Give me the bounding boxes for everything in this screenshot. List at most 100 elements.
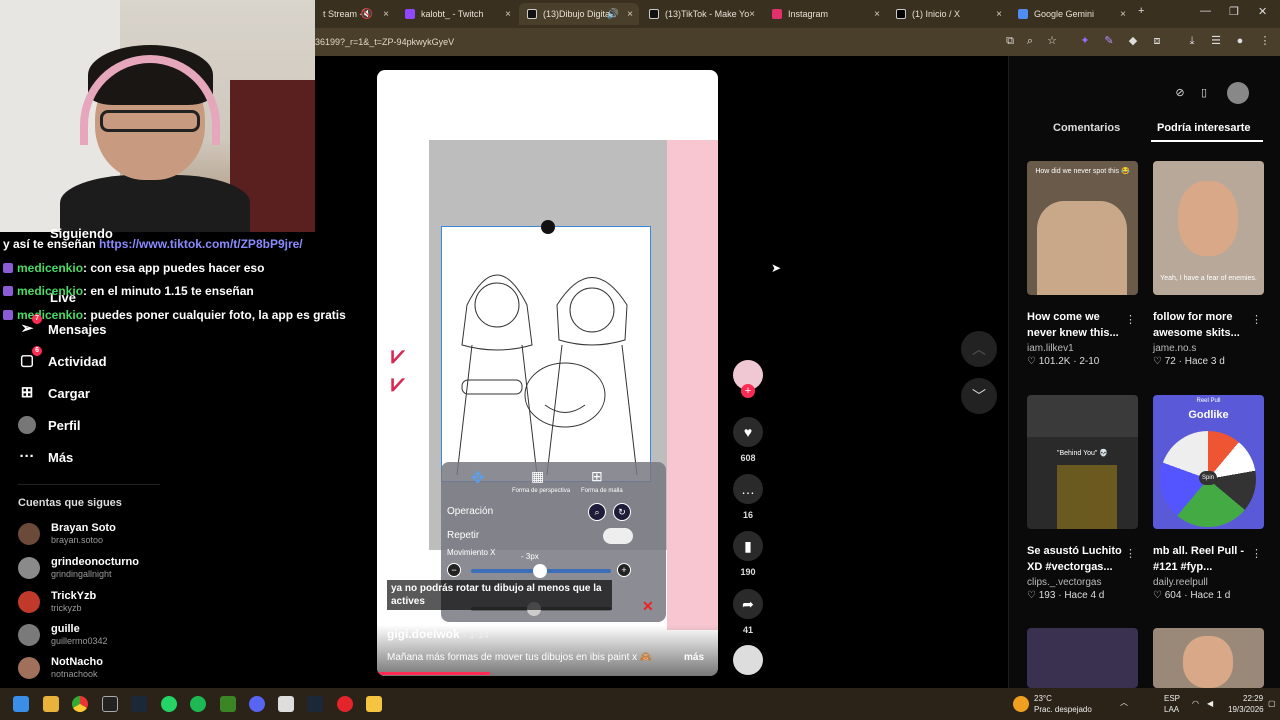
windows-start-icon[interactable]	[13, 696, 29, 712]
recommended-video-card[interactable]: Reel Pull Godlike Spin mb all. Reel Pull…	[1153, 395, 1264, 601]
share-icon[interactable]: ➦	[733, 589, 763, 619]
browser-menu-icon[interactable]: ⋮	[1259, 35, 1271, 47]
tab-instagram[interactable]: Instagram ×	[764, 3, 886, 25]
reading-list-icon[interactable]: ☰	[1210, 35, 1222, 47]
mesh-icon[interactable]: ⊞	[591, 468, 603, 485]
recommended-video-card[interactable]: Yeah, I have a fear of enemies. follow f…	[1153, 161, 1264, 367]
clock-date[interactable]: 19/3/2026	[1228, 705, 1264, 715]
tab-stream[interactable]: t Stream - V 🔇 ×	[315, 3, 395, 25]
tab-tiktok[interactable]: (13)TikTok - Make Yo ×	[641, 3, 761, 25]
whatsapp-icon[interactable]	[161, 696, 177, 712]
chat-username[interactable]: medicenkio	[17, 284, 83, 298]
close-icon[interactable]: ×	[505, 9, 511, 20]
epic-games-icon[interactable]	[102, 696, 118, 712]
plus-icon[interactable]: +	[617, 563, 631, 577]
perspective-icon[interactable]: ▦	[531, 468, 544, 485]
tab-dibujo-digital[interactable]: (13)Dibujo Digita 🔊 ×	[519, 3, 639, 25]
video-progress-bar[interactable]	[377, 672, 490, 675]
tab-podria-interesarte[interactable]: Podría interesarte	[1157, 122, 1251, 134]
author-name[interactable]: gigi.doelwok	[387, 627, 460, 641]
bookmark-icon[interactable]: ▮	[733, 531, 763, 561]
chat-username[interactable]: medicenkio	[17, 261, 83, 275]
chat-link[interactable]: https://www.tiktok.com/t/ZP8bP9jre/	[99, 237, 303, 251]
new-tab-button[interactable]: +	[1138, 5, 1144, 17]
clock-time[interactable]: 22:29	[1243, 694, 1263, 704]
card-author[interactable]: daily.reelpull	[1153, 577, 1264, 588]
share-action[interactable]: ➦ 41	[733, 589, 763, 635]
zoom-tool-icon[interactable]: ⌕	[588, 503, 606, 521]
following-account[interactable]: guille guillermo0342	[18, 623, 108, 647]
move-mode-icon[interactable]: ✥	[471, 468, 484, 488]
extensions-puzzle-icon[interactable]: ⧈	[1151, 35, 1163, 47]
tab-comentarios[interactable]: Comentarios	[1053, 122, 1120, 134]
reset-icon[interactable]: ↻	[613, 503, 631, 521]
more-options-icon[interactable]: ⋮	[1125, 313, 1136, 326]
extension-icon[interactable]: ✦	[1079, 35, 1091, 47]
close-icon[interactable]: ×	[627, 9, 633, 20]
chevron-up-icon[interactable]: ︿	[1120, 698, 1128, 708]
card-author[interactable]: jame.no.s	[1153, 343, 1264, 354]
chrome-icon[interactable]	[72, 696, 88, 712]
video-thumbnail[interactable]: Reel Pull Godlike Spin	[1153, 395, 1264, 529]
extension-diamond-icon[interactable]: ◆	[1127, 35, 1139, 47]
zoom-icon[interactable]: ⌕	[1024, 35, 1036, 47]
more-options-icon[interactable]: ⋮	[1125, 547, 1136, 560]
cast-icon[interactable]: ⧉	[1004, 35, 1016, 47]
window-close-icon[interactable]: ✕	[1258, 5, 1267, 18]
slider-knob[interactable]	[533, 564, 547, 578]
spotify-icon[interactable]	[190, 696, 206, 712]
comment-icon[interactable]: …	[733, 474, 763, 504]
minimize-icon[interactable]: —	[1200, 5, 1211, 17]
opera-icon[interactable]	[337, 696, 353, 712]
close-icon[interactable]: ×	[1120, 9, 1126, 20]
keyboard-layout[interactable]: LAA	[1164, 705, 1179, 715]
repeat-toggle[interactable]	[603, 528, 633, 544]
tab-twitch[interactable]: kalobt_ - Twitch ×	[397, 3, 517, 25]
notifications-icon[interactable]: ▢	[1268, 699, 1276, 709]
sidebar-item-actividad[interactable]: ▢ 6 Actividad	[18, 346, 107, 370]
language-indicator[interactable]: ESP	[1164, 694, 1180, 704]
compass-icon[interactable]: ⊘	[1169, 82, 1191, 104]
video-thumbnail[interactable]	[1027, 628, 1138, 688]
following-account[interactable]: grindeonocturno grindingallnight	[18, 556, 139, 580]
mute-icon[interactable]: 🔇	[361, 9, 373, 20]
app-icon[interactable]	[278, 696, 294, 712]
minecraft-icon[interactable]	[220, 696, 236, 712]
follow-plus-icon[interactable]: +	[741, 384, 755, 398]
phone-icon[interactable]: ▯	[1193, 82, 1215, 104]
close-icon[interactable]: ✕	[642, 598, 654, 615]
discord-icon[interactable]	[249, 696, 265, 712]
recommended-video-card[interactable]	[1027, 628, 1138, 688]
close-icon[interactable]: ×	[996, 9, 1002, 20]
extension-pen-icon[interactable]: ✎	[1103, 35, 1115, 47]
music-disc-icon[interactable]	[733, 645, 763, 675]
sound-action[interactable]	[733, 645, 763, 675]
minus-icon[interactable]: −	[447, 563, 461, 577]
recommended-video-card[interactable]: "Behind You" 💀 Se asustó Luchito XD #vec…	[1027, 395, 1138, 601]
video-player[interactable]: ⩗ ⩗ ✥ ▦ ⊞ Forma de perspectiva Forma de m…	[377, 70, 718, 676]
url-text[interactable]: 36199?_r=1&_t=ZP-94pkwykGyeV	[315, 37, 454, 47]
file-explorer-icon[interactable]	[43, 696, 59, 712]
weather-icon[interactable]	[1013, 696, 1029, 712]
sidebar-item-perfil[interactable]: Perfil	[18, 416, 81, 434]
more-link[interactable]: más	[684, 652, 704, 663]
app-icon-2[interactable]	[366, 696, 382, 712]
video-thumbnail[interactable]: "Behind You" 💀	[1027, 395, 1138, 529]
following-account[interactable]: TrickYzb trickyzb	[18, 590, 96, 614]
video-author[interactable]: gigi.doelwok · 1-14	[387, 627, 489, 641]
comment-action[interactable]: … 16	[733, 474, 763, 520]
tab-gemini[interactable]: Google Gemini ×	[1010, 3, 1132, 25]
close-icon[interactable]: ×	[749, 9, 755, 20]
save-action[interactable]: ▮ 190	[733, 531, 763, 577]
wifi-icon[interactable]: ◠	[1192, 699, 1199, 709]
video-thumbnail[interactable]: Yeah, I have a fear of enemies.	[1153, 161, 1264, 295]
sidebar-item-mas[interactable]: ··· Más	[18, 448, 74, 466]
volume-icon[interactable]: ◀	[1207, 699, 1213, 709]
steam-icon-2[interactable]	[307, 696, 323, 712]
following-account[interactable]: Brayan Soto brayan.sotoo	[18, 522, 116, 546]
profile-icon[interactable]: ●	[1234, 35, 1246, 47]
creator-avatar-action[interactable]: +	[733, 360, 763, 398]
more-options-icon[interactable]: ⋮	[1251, 547, 1262, 560]
sidebar-item-cargar[interactable]: ⊞ Cargar	[18, 384, 90, 402]
previous-video-button[interactable]: ︿	[961, 331, 997, 367]
